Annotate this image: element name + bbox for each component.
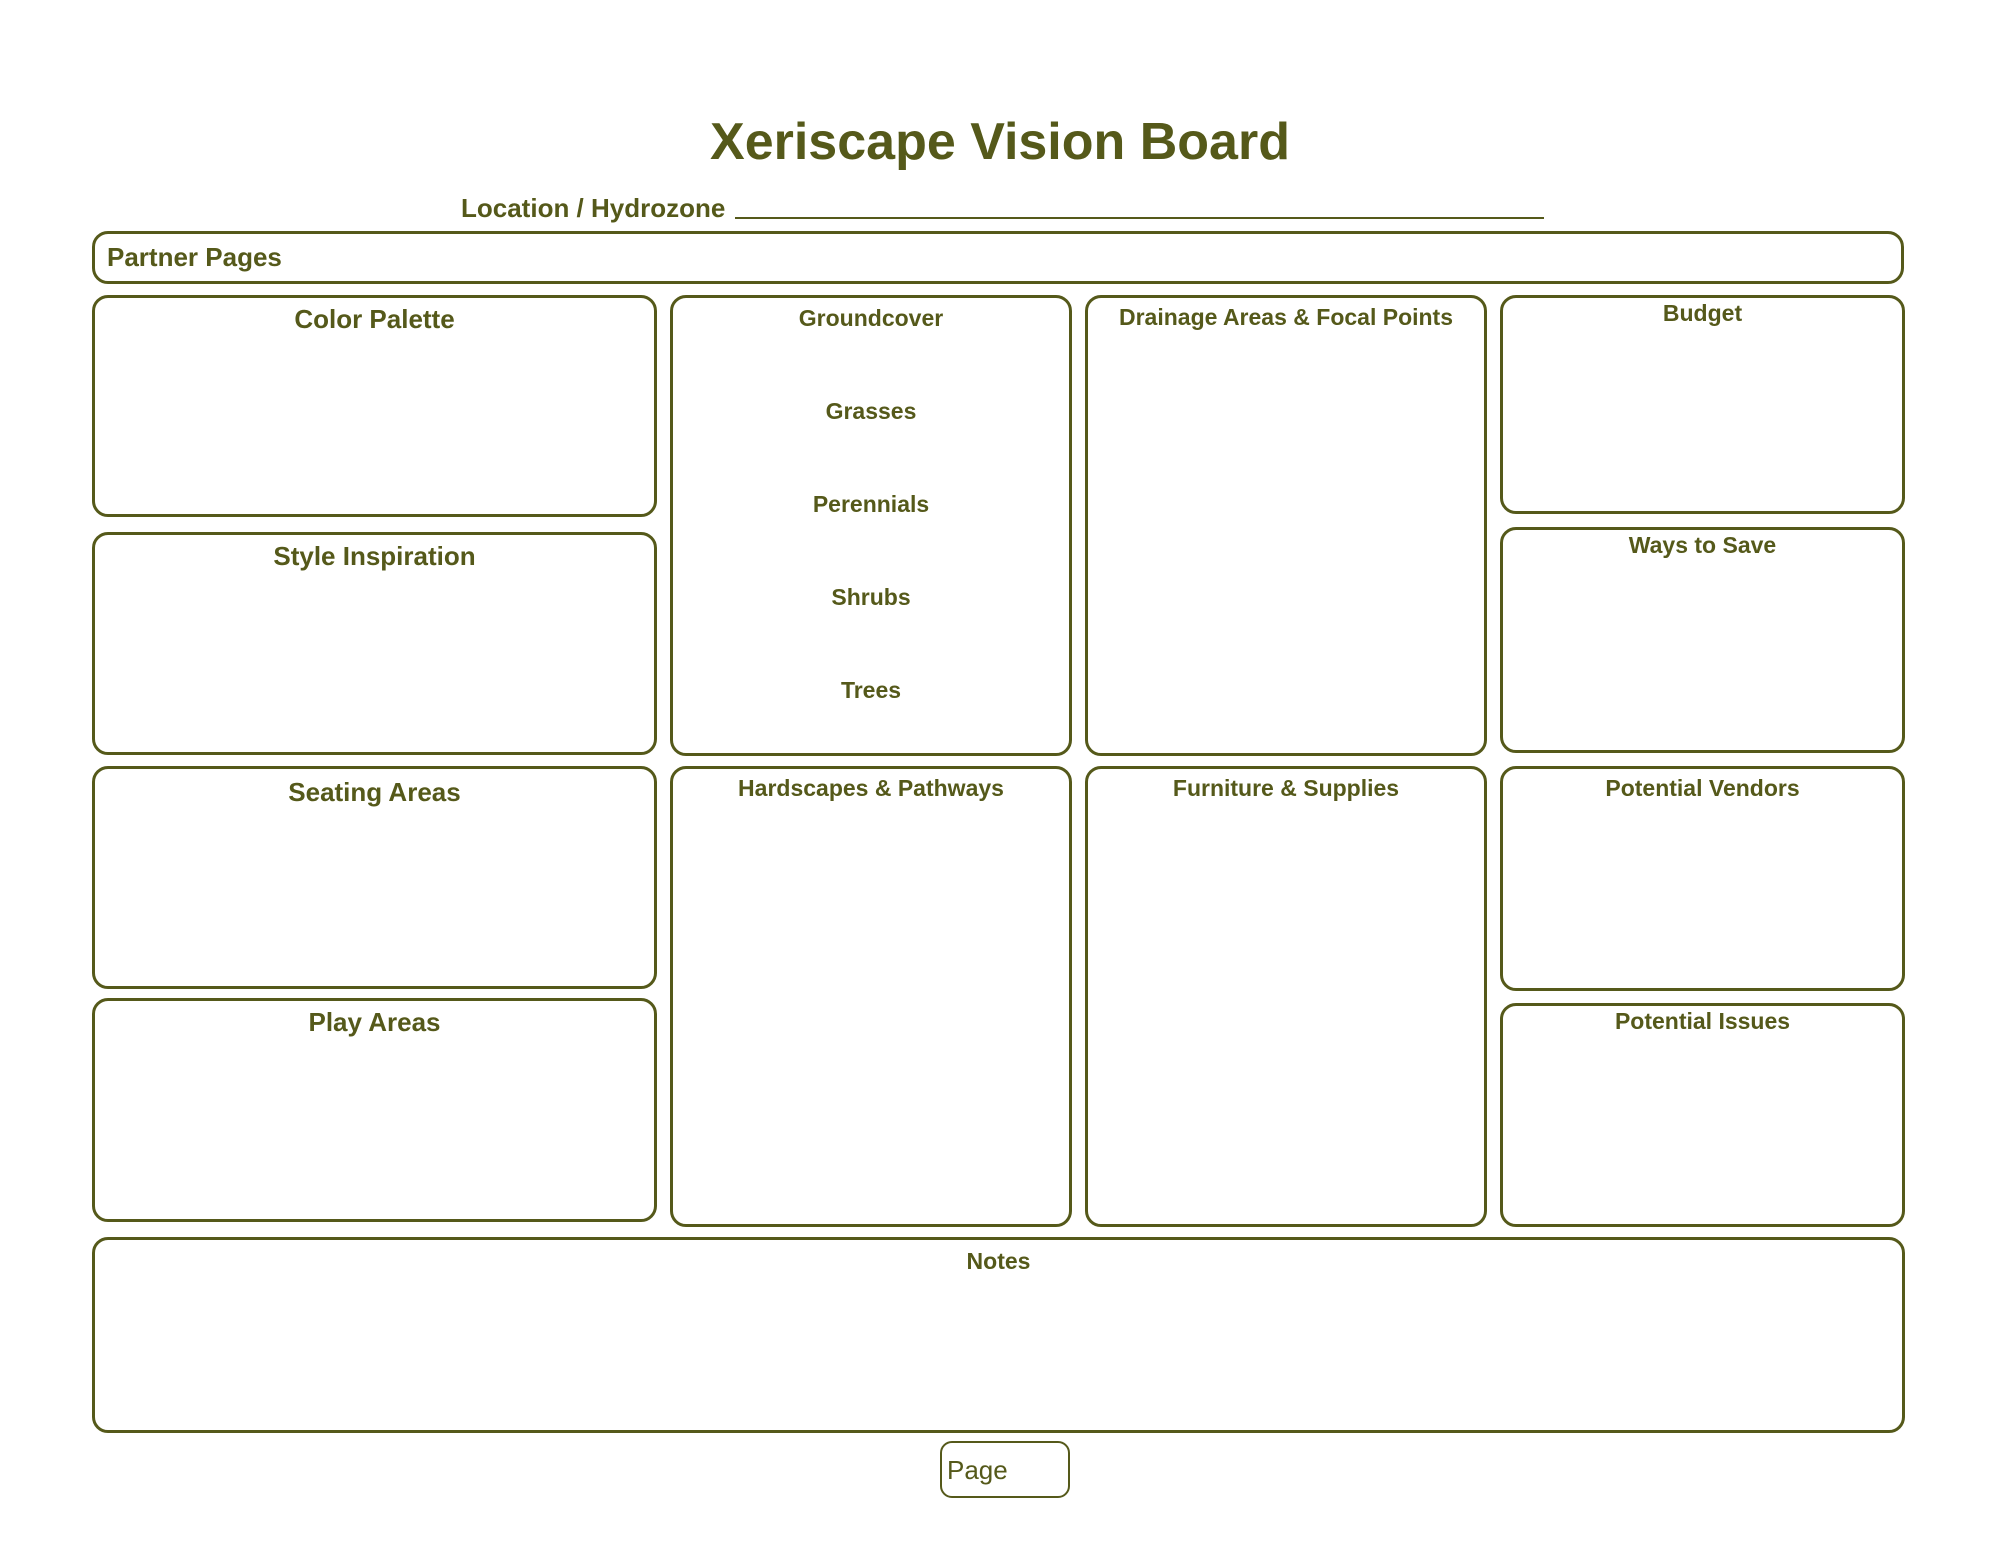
seating-areas-box[interactable]: Seating Areas bbox=[92, 766, 657, 989]
hardscapes-title: Hardscapes & Pathways bbox=[738, 775, 1004, 801]
budget-title: Budget bbox=[1662, 300, 1743, 326]
vendors-box[interactable]: Potential Vendors bbox=[1500, 766, 1905, 991]
hardscapes-box[interactable]: Hardscapes & Pathways bbox=[670, 766, 1072, 1227]
notes-title: Notes bbox=[966, 1248, 1031, 1274]
color-palette-title: Color Palette bbox=[294, 304, 455, 334]
page-label: Page bbox=[947, 1455, 1008, 1485]
ways-to-save-title: Ways to Save bbox=[1628, 532, 1777, 558]
page-number-box[interactable]: Page bbox=[940, 1441, 1070, 1498]
grasses-label: Grasses bbox=[825, 398, 917, 424]
location-label: Location / Hydrozone bbox=[461, 193, 726, 223]
play-areas-title: Play Areas bbox=[308, 1007, 441, 1037]
partner-pages-box[interactable]: Partner Pages bbox=[92, 231, 1904, 284]
style-inspiration-box[interactable]: Style Inspiration bbox=[92, 532, 657, 755]
partner-pages-label: Partner Pages bbox=[107, 242, 282, 272]
location-input-line[interactable] bbox=[735, 217, 1544, 219]
notes-box[interactable]: Notes bbox=[92, 1237, 1905, 1433]
plants-box[interactable]: Groundcover Grasses Perennials Shrubs Tr… bbox=[670, 295, 1072, 756]
drainage-title: Drainage Areas & Focal Points bbox=[1118, 304, 1454, 330]
furniture-box[interactable]: Furniture & Supplies bbox=[1085, 766, 1487, 1227]
style-inspiration-title: Style Inspiration bbox=[273, 541, 476, 571]
issues-box[interactable]: Potential Issues bbox=[1500, 1003, 1905, 1227]
issues-title: Potential Issues bbox=[1614, 1008, 1791, 1034]
furniture-title: Furniture & Supplies bbox=[1172, 775, 1400, 801]
ways-to-save-box[interactable]: Ways to Save bbox=[1500, 527, 1905, 753]
perennials-label: Perennials bbox=[812, 491, 930, 517]
seating-areas-title: Seating Areas bbox=[288, 777, 461, 807]
trees-label: Trees bbox=[840, 677, 902, 703]
page-title: Xeriscape Vision Board bbox=[710, 113, 1290, 171]
color-palette-box[interactable]: Color Palette bbox=[92, 295, 657, 517]
budget-box[interactable]: Budget bbox=[1500, 295, 1905, 514]
groundcover-label: Groundcover bbox=[798, 305, 944, 331]
vendors-title: Potential Vendors bbox=[1605, 775, 1800, 801]
shrubs-label: Shrubs bbox=[831, 584, 911, 610]
play-areas-box[interactable]: Play Areas bbox=[92, 998, 657, 1222]
drainage-box[interactable]: Drainage Areas & Focal Points bbox=[1085, 295, 1487, 756]
